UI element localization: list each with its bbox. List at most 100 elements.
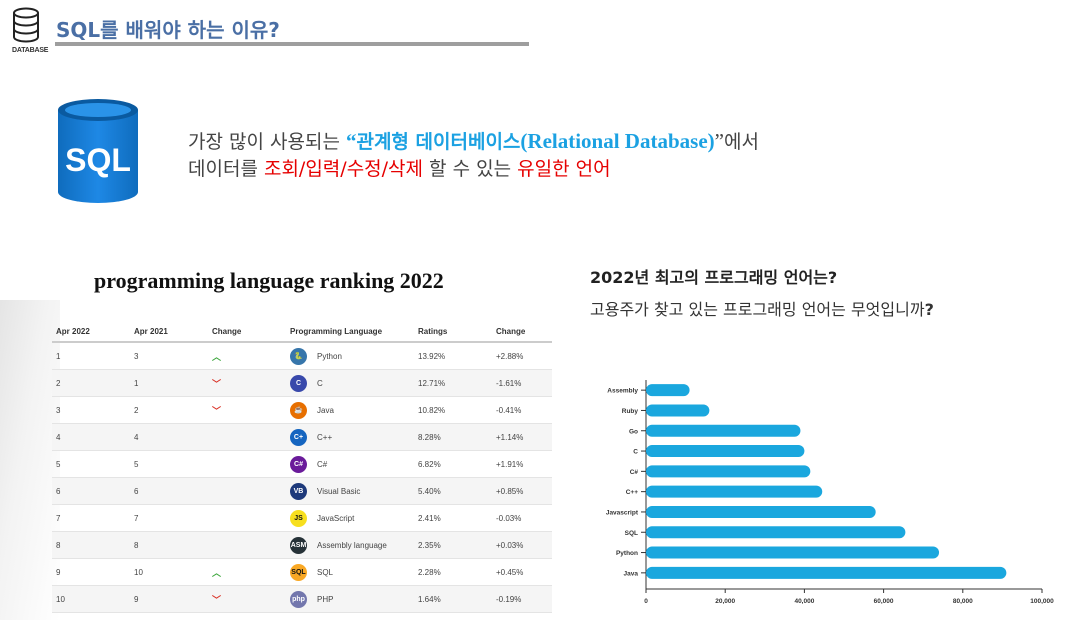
language-cell: JS JavaScript <box>286 504 414 532</box>
y-tick-label: Java <box>624 570 639 577</box>
language-cell: C# C# <box>286 450 414 478</box>
rating-change: +0.45% <box>492 558 552 586</box>
table-row: 4 4 C+ C++ 8.28% +1.14% <box>52 423 552 451</box>
rating-value: 13.92% <box>414 342 492 370</box>
rank-2022: 5 <box>52 450 130 478</box>
y-tick-label: SQL <box>625 530 638 537</box>
rating-value: 2.35% <box>414 531 492 559</box>
rank-2022: 4 <box>52 423 130 451</box>
database-icon-label: DATABASE <box>12 47 49 54</box>
language-cell: ☕ Java <box>286 396 414 424</box>
intro-text: 가장 많이 사용되는 “관계형 데이터베이스(Relational Databa… <box>188 128 759 183</box>
language-name: Python <box>317 351 342 361</box>
rank-2021: 4 <box>130 423 208 451</box>
x-tick-label: 100,000 <box>1030 598 1054 605</box>
change-arrow: ﹀ <box>208 585 286 613</box>
table-row: 6 6 VB Visual Basic 5.40% +0.85% <box>52 477 552 505</box>
quote-close: ” <box>714 129 724 153</box>
bar-c <box>646 445 805 458</box>
table-row: 10 9 ﹀ php PHP 1.64% -0.19% <box>52 585 552 613</box>
language-name: JavaScript <box>317 513 355 523</box>
ranking-table: Apr 2022 Apr 2021 Change Programming Lan… <box>52 322 552 613</box>
change-arrow: ︿ <box>208 342 286 370</box>
col-change-arrow: Change <box>208 322 286 343</box>
title-divider <box>55 42 529 46</box>
bar-cpp <box>646 485 823 498</box>
intro-line-1: 가장 많이 사용되는 “관계형 데이터베이스(Relational Databa… <box>188 128 759 156</box>
question-subtitle-text: 고용주가 찾고 있는 프로그래밍 언어는 무엇입니까 <box>590 300 925 319</box>
language-cell: 🐍 Python <box>286 342 414 370</box>
x-tick-label: 20,000 <box>715 598 735 605</box>
col-change: Change <box>492 322 552 343</box>
rating-value: 5.40% <box>414 477 492 505</box>
language-name: PHP <box>317 594 334 604</box>
language-cell: C+ C++ <box>286 423 414 451</box>
relational-db-english: (Relational Database) <box>520 129 715 153</box>
rank-2022: 8 <box>52 531 130 559</box>
rating-value: 2.28% <box>414 558 492 586</box>
sql-logo: SQL <box>58 99 138 203</box>
rating-change: +0.03% <box>492 531 552 559</box>
rank-2021: 6 <box>130 477 208 505</box>
intro-prefix: 가장 많이 사용되는 <box>188 131 346 153</box>
visual-basic-icon: VB <box>290 482 307 500</box>
language-cell: ASM Assembly language <box>286 531 414 559</box>
csharp-icon: C# <box>290 455 307 473</box>
language-name: Java <box>317 405 334 415</box>
rating-change: +0.85% <box>492 477 552 505</box>
quote-open: “ <box>345 129 357 153</box>
change-arrow: ﹀ <box>208 369 286 397</box>
intro-suffix: 에서 <box>723 131 759 153</box>
bar-go <box>646 424 801 437</box>
rating-value: 6.82% <box>414 450 492 478</box>
bar-java <box>646 566 1007 579</box>
rating-change: -0.03% <box>492 504 552 532</box>
rank-2021: 3 <box>130 342 208 370</box>
x-tick-label: 60,000 <box>874 598 894 605</box>
background-decoration <box>0 300 60 620</box>
y-tick-label: C <box>633 449 638 456</box>
y-tick-label: C# <box>630 469 639 476</box>
rating-value: 10.82% <box>414 396 492 424</box>
trend-down-icon: ﹀ <box>212 405 222 416</box>
intro-line2-mid: 할 수 있는 <box>423 158 518 180</box>
trend-up-icon: ︿ <box>212 567 222 578</box>
rank-2022: 9 <box>52 558 130 586</box>
languages-bar-chart: Assembly Ruby Go C C# C++ Javascript SQL Python J… <box>606 380 1054 605</box>
change-arrow: ﹀ <box>208 396 286 424</box>
rating-change: -0.19% <box>492 585 552 613</box>
bar-sql <box>646 526 906 539</box>
rank-2021: 5 <box>130 450 208 478</box>
bar-ruby <box>646 404 710 417</box>
language-cell: VB Visual Basic <box>286 477 414 505</box>
y-tick-label: Assembly <box>607 388 638 395</box>
rank-2022: 3 <box>52 396 130 424</box>
bar-csharp <box>646 465 811 478</box>
table-row: 1 3 ︿ 🐍 Python 13.92% +2.88% <box>52 342 552 370</box>
table-row: 8 8 ASM Assembly language 2.35% +0.03% <box>52 531 552 559</box>
python-icon: 🐍 <box>290 347 307 365</box>
language-name: SQL <box>317 567 334 577</box>
unique-language: 유일한 언어 <box>517 158 611 180</box>
rating-value: 12.71% <box>414 369 492 397</box>
col-ratings: Ratings <box>414 322 492 343</box>
x-tick-label: 80,000 <box>953 598 973 605</box>
table-row: 2 1 ﹀ C C 12.71% -1.61% <box>52 369 552 397</box>
page-title: SQL를 배워야 하는 이유? <box>56 18 280 42</box>
sql-icon: SQL <box>290 563 307 581</box>
trend-down-icon: ﹀ <box>212 378 222 389</box>
language-cell: SQL SQL <box>286 558 414 586</box>
change-arrow <box>208 504 286 532</box>
table-header-row: Apr 2022 Apr 2021 Change Programming Lan… <box>52 322 552 343</box>
rank-2021: 7 <box>130 504 208 532</box>
ranking-title: programming language ranking 2022 <box>94 268 444 293</box>
relational-db-korean: 관계형 데이터베이스 <box>356 131 521 153</box>
language-cell: CC <box>286 369 414 397</box>
language-name: C++ <box>317 432 333 442</box>
question-mark: ? <box>924 300 934 319</box>
intro-line2-prefix: 데이터를 <box>188 158 264 180</box>
rank-2021: 8 <box>130 531 208 559</box>
language-cell: php PHP <box>286 585 414 613</box>
cpp-icon: C+ <box>290 428 307 446</box>
x-tick-label: 0 <box>644 598 648 605</box>
